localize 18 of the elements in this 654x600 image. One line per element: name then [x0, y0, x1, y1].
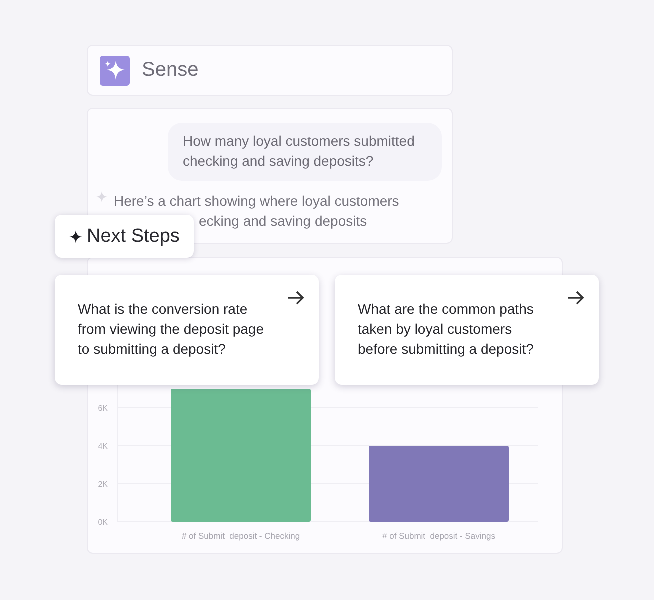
- suggestion-card[interactable]: What are the common paths taken by loyal customers before submitting a deposit?: [335, 275, 599, 385]
- sparkle-icon: [69, 230, 83, 244]
- sparkle-icon: [96, 191, 108, 203]
- axis-label: # of Submit deposit - Checking: [182, 531, 300, 541]
- axis-label: # of Submit deposit - Savings: [382, 531, 496, 541]
- app-title: Sense: [142, 59, 199, 82]
- axis-label: 2K: [98, 480, 108, 489]
- assistant-message: ecking and saving deposits: [199, 212, 368, 231]
- suggestion-card[interactable]: What is the conversion rate from viewing the deposit page to submitting a deposit?: [55, 275, 319, 385]
- assistant-message: Here’s a chart showing where loyal customers: [114, 192, 400, 211]
- arrow-right-icon: [287, 290, 305, 306]
- sparkle-logo-icon: [100, 56, 130, 86]
- arrow-right-icon: [567, 290, 585, 306]
- axis-label: 0K: [98, 518, 108, 527]
- next-steps-title: Next Steps: [87, 226, 180, 248]
- axis-label: 4K: [98, 442, 108, 451]
- user-message: How many loyal customers submitted checking and saving deposits?: [168, 123, 442, 181]
- axis-label: 6K: [98, 404, 108, 413]
